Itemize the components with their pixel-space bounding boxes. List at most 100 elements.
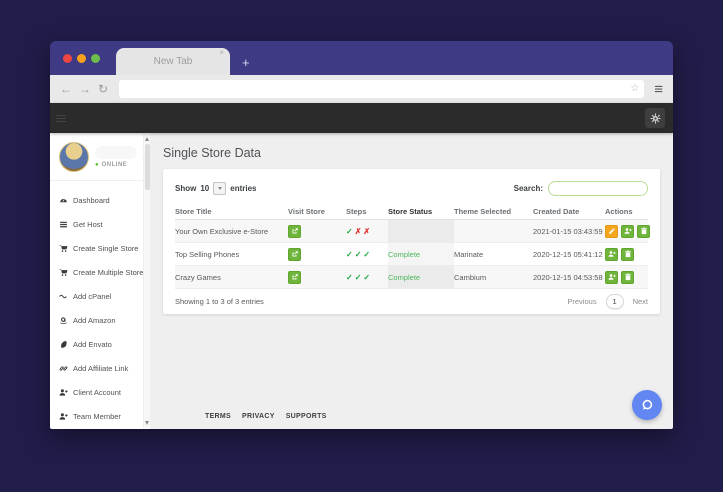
theme-cell: Cambium: [454, 272, 487, 282]
next-page-button[interactable]: Next: [633, 297, 648, 306]
delete-button[interactable]: [621, 247, 634, 261]
sidebar-scrollbar[interactable]: [143, 134, 150, 428]
sidebar-item-label: Add cPanel: [73, 291, 112, 301]
visit-store-button[interactable]: [288, 270, 301, 284]
sidebar-item-label: Add Affiliate Link: [73, 363, 129, 373]
delete-button[interactable]: [637, 224, 650, 238]
footer-links: TERMS PRIVACY SUPPORTS: [205, 413, 327, 420]
forward-icon[interactable]: →: [79, 83, 91, 95]
theme-cell: Marinate: [454, 249, 484, 259]
column-header-theme-selected[interactable]: Theme Selected: [454, 203, 533, 219]
data-table-card: Show 10 entries Search: Store Title Visi…: [163, 169, 660, 314]
entries-length-control: Show 10 entries: [175, 181, 256, 195]
supports-link[interactable]: SUPPORTS: [286, 413, 327, 420]
entries-dropdown[interactable]: [213, 181, 227, 195]
column-header-visit-store[interactable]: Visit Store: [288, 203, 346, 219]
close-window-button[interactable]: [63, 54, 72, 63]
online-status-dot: ●: [95, 161, 99, 168]
column-header-store-title[interactable]: Store Title: [175, 203, 288, 219]
sidebar-item-dashboard[interactable]: Dashboard: [50, 188, 150, 212]
user-plus-icon: [59, 388, 68, 396]
sidebar-item-label: Create Multiple Store: [73, 267, 144, 277]
edit-button[interactable]: [605, 224, 618, 238]
profile-block: ● ONLINE: [50, 133, 150, 181]
sidebar-item-label: Dashboard: [73, 195, 110, 205]
actions-cell: [605, 243, 648, 265]
user-plus-icon: [608, 251, 616, 257]
url-input[interactable]: [119, 81, 645, 99]
sidebar-item-label: Get Host: [73, 219, 103, 229]
assign-user-button[interactable]: [605, 247, 618, 261]
sidebar-item-client-account[interactable]: Client Account: [50, 380, 150, 404]
chat-bubble-icon: [642, 399, 653, 410]
created-date-cell: 2021-01-15 03:43:59: [533, 226, 603, 236]
dashboard-icon: [60, 198, 67, 202]
main-content: Single Store Data Show 10 entries Search…: [150, 133, 673, 429]
sidebar-toggle-icon[interactable]: [56, 114, 66, 122]
sidebar-item-get-host[interactable]: Get Host: [50, 212, 150, 236]
maximize-window-button[interactable]: [91, 54, 100, 63]
column-header-actions[interactable]: Actions: [605, 203, 648, 219]
reload-icon[interactable]: ↻: [98, 83, 108, 95]
pencil-icon: [608, 228, 615, 234]
link-icon: [59, 365, 68, 371]
page-number-button[interactable]: 1: [605, 294, 624, 309]
delete-button[interactable]: [621, 270, 634, 284]
scroll-up-icon[interactable]: [145, 137, 149, 141]
actions-cell: [605, 220, 653, 242]
sidebar-item-team-member[interactable]: Team Member: [50, 404, 150, 428]
terms-link[interactable]: TERMS: [205, 413, 231, 420]
column-header-created-date[interactable]: Created Date: [533, 203, 605, 219]
online-status-label: ONLINE: [101, 161, 128, 168]
external-link-icon: [292, 228, 298, 234]
sidebar-item-add-affiliate-link[interactable]: Add Affiliate Link: [50, 356, 150, 380]
assign-user-button[interactable]: [621, 224, 634, 238]
avatar[interactable]: [59, 141, 89, 172]
minimize-window-button[interactable]: [77, 54, 86, 63]
chat-widget-button[interactable]: [632, 390, 662, 420]
cart-icon: [59, 268, 68, 276]
sidebar-item-add-amazon[interactable]: Add Amazon: [50, 308, 150, 332]
leaf-icon: [61, 340, 67, 348]
back-icon[interactable]: ←: [60, 83, 72, 95]
assign-user-button[interactable]: [605, 270, 618, 284]
created-date-cell: 2020-12-15 04:53:58: [533, 272, 603, 282]
created-date-cell: 2020-12-15 05:41:12: [533, 249, 603, 259]
visit-store-button[interactable]: [288, 247, 301, 261]
visit-store-button[interactable]: [288, 224, 301, 238]
browser-tab[interactable]: New Tab ×: [116, 48, 230, 75]
search-input[interactable]: [548, 180, 648, 196]
steps-cell: ✓ ✗ ✗: [346, 226, 371, 236]
app-viewport: ● ONLINE Dashboard Get Host Create Singl…: [50, 103, 673, 429]
sidebar-item-create-multiple-store[interactable]: Create Multiple Store +: [50, 260, 154, 284]
column-header-steps[interactable]: Steps: [346, 203, 388, 219]
browser-menu-icon[interactable]: ≡: [654, 82, 663, 97]
app-body: ● ONLINE Dashboard Get Host Create Singl…: [50, 133, 673, 429]
actions-cell: [605, 266, 648, 288]
window-controls: [63, 54, 100, 63]
store-title-cell: Crazy Games: [175, 272, 221, 282]
tab-close-icon[interactable]: ×: [219, 49, 224, 57]
address-bar[interactable]: ☆: [119, 80, 645, 99]
store-status-cell: [388, 220, 454, 242]
bookmark-star-icon[interactable]: ☆: [630, 83, 639, 94]
user-plus-icon: [59, 412, 68, 420]
sidebar-item-label: Client Account: [73, 387, 121, 397]
table-row: Top Selling Phones ✓ ✓ ✓ Complete Marina…: [175, 243, 648, 266]
sidebar-item-create-single-store[interactable]: Create Single Store +: [50, 236, 150, 260]
search-label: Search:: [513, 183, 543, 193]
store-title-cell: Top Selling Phones: [175, 249, 240, 259]
privacy-link[interactable]: PRIVACY: [242, 413, 275, 420]
sidebar-nav: Dashboard Get Host Create Single Store C…: [50, 181, 154, 428]
sidebar-item-add-envato[interactable]: Add Envato: [50, 332, 150, 356]
sidebar-item-add-cpanel[interactable]: Add cPanel: [50, 284, 150, 308]
store-status-cell: Complete: [388, 266, 454, 288]
previous-page-button[interactable]: Previous: [567, 297, 596, 306]
settings-button[interactable]: [645, 108, 665, 128]
user-plus-icon: [624, 228, 632, 234]
column-header-store-status[interactable]: Store Status: [388, 203, 454, 219]
table-info: Showing 1 to 3 of 3 entries: [175, 297, 264, 306]
scroll-down-icon[interactable]: [145, 421, 149, 425]
browser-toolbar: ← → ↻ ☆ ≡: [50, 75, 673, 103]
new-tab-button[interactable]: +: [242, 56, 250, 69]
